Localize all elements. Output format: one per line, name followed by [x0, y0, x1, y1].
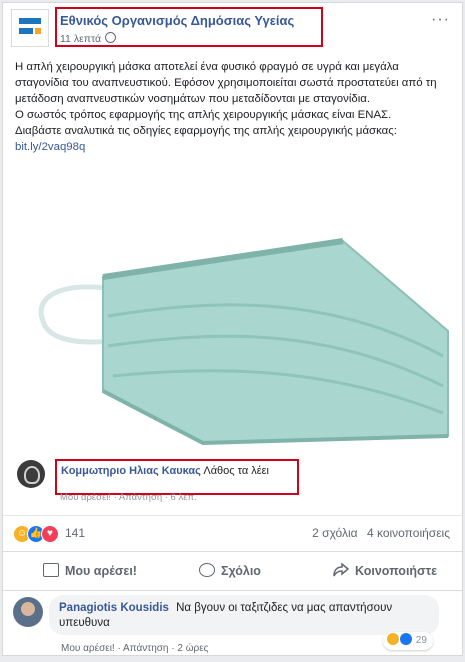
- highlight-box-comment: [55, 459, 299, 495]
- shares-count-link[interactable]: 4 κοινοποιήσεις: [367, 526, 450, 540]
- share-arrow-icon: [333, 562, 350, 577]
- post-action-bar: Μου αρέσει! Σχόλιο Κοινοποιήστε: [3, 551, 462, 591]
- comment-share-counts: 2 σχόλια 4 κοινοποιήσεις: [306, 526, 450, 540]
- surgical-mask-image: [38, 238, 449, 446]
- like-mini-icon: [400, 633, 412, 645]
- comment2-reaction-count: 29: [415, 635, 427, 646]
- commenter-avatar[interactable]: [17, 460, 45, 488]
- like-button-label: Μου αρέσει!: [65, 564, 137, 578]
- share-button[interactable]: Κοινοποιήστε: [333, 552, 437, 590]
- reaction-count[interactable]: 141: [65, 526, 85, 540]
- highlighted-comment: Κομμωτηριο Ηλιας Καυκας Λάθος τα λέει Μο…: [3, 451, 462, 507]
- page-logo[interactable]: [11, 9, 49, 47]
- post-link[interactable]: bit.ly/2vaq98q: [15, 141, 85, 153]
- share-button-label: Κοινοποιήστε: [355, 564, 438, 578]
- comments-count-link[interactable]: 2 σχόλια: [312, 526, 357, 540]
- post-stats: ☺ 👍 ♥ 141 2 σχόλια 4 κοινοποιήσεις: [3, 515, 462, 548]
- post-card: Εθνικός Οργανισμός Δημόσιας Υγείας 11 λε…: [2, 2, 463, 656]
- post-text-paragraph-2: Ο σωστός τρόπος εφαρμογής της απλής χειρ…: [15, 109, 392, 121]
- comment-button-label: Σχόλιο: [221, 564, 261, 578]
- comment2-actions[interactable]: Μου αρέσει! · Απάντηση · 2 ώρες: [61, 643, 209, 654]
- post-text-paragraph-3: Διαβάστε αναλυτικά τις οδηγίες εφαρμογής…: [15, 125, 397, 137]
- post-header: Εθνικός Οργανισμός Δημόσιας Υγείας 11 λε…: [3, 3, 462, 51]
- highlight-box-header: [55, 7, 323, 47]
- commenter2-avatar[interactable]: [13, 597, 43, 627]
- mask-photo[interactable]: [3, 181, 462, 451]
- haha-mini-icon: [387, 633, 399, 645]
- post-body: Η απλή χειρουργική μάσκα αποτελεί ένα φυ…: [15, 59, 455, 155]
- comment-actions[interactable]: Μου αρέσει! · Απάντηση · 6 λεπ.: [60, 492, 197, 503]
- more-options-button[interactable]: ···: [431, 11, 450, 29]
- like-button[interactable]: Μου αρέσει!: [43, 552, 137, 590]
- post-text-paragraph-1: Η απλή χειρουργική μάσκα αποτελεί ένα φυ…: [15, 61, 437, 105]
- comment2-text: Panagiotis Kousidis Να βγουν οι ταξιτζιδ…: [59, 601, 429, 631]
- commenter2-name-link[interactable]: Panagiotis Kousidis: [59, 602, 169, 614]
- thumbs-up-icon: [43, 563, 59, 577]
- speech-bubble-icon: [199, 563, 215, 577]
- comment2-reactions[interactable]: 29: [383, 632, 433, 650]
- love-reaction-icon[interactable]: ♥: [41, 525, 59, 543]
- comment-button[interactable]: Σχόλιο: [199, 552, 261, 590]
- comment2-bubble: Panagiotis Kousidis Να βγουν οι ταξιτζιδ…: [49, 595, 439, 635]
